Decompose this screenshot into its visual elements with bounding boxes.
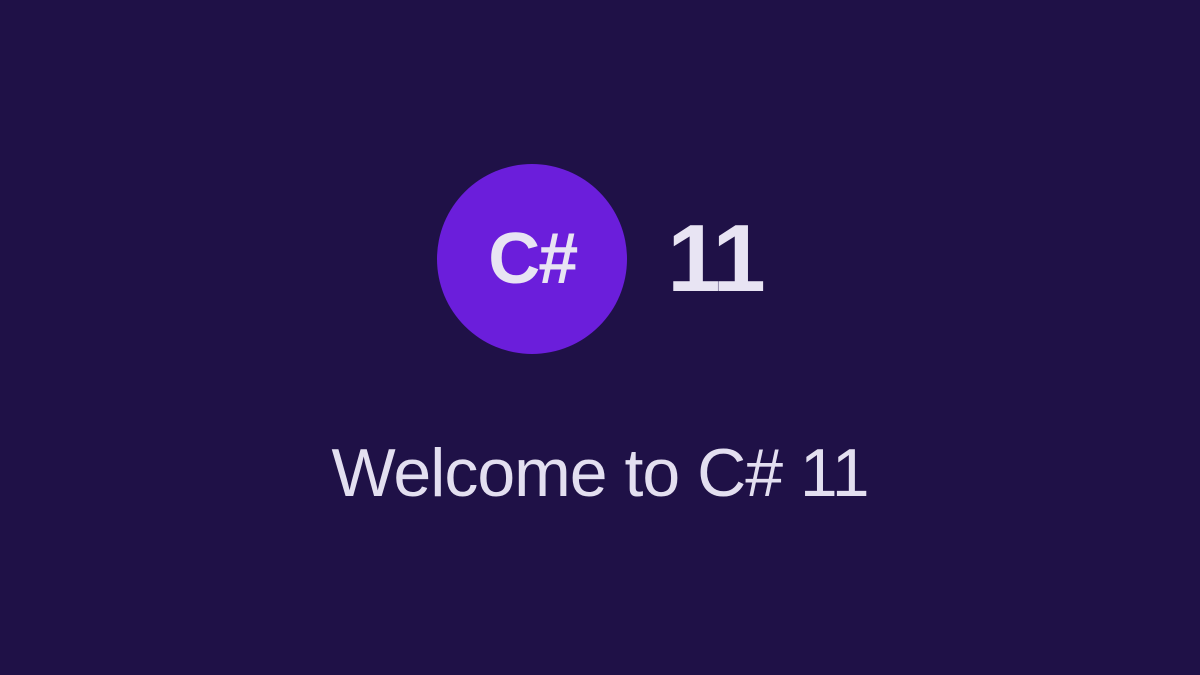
- welcome-heading: Welcome to C# 11: [331, 434, 868, 512]
- version-number: 11: [667, 204, 762, 314]
- csharp-logo-text: C#: [488, 218, 576, 300]
- logo-row: C# 11: [437, 164, 762, 354]
- csharp-logo-badge: C#: [437, 164, 627, 354]
